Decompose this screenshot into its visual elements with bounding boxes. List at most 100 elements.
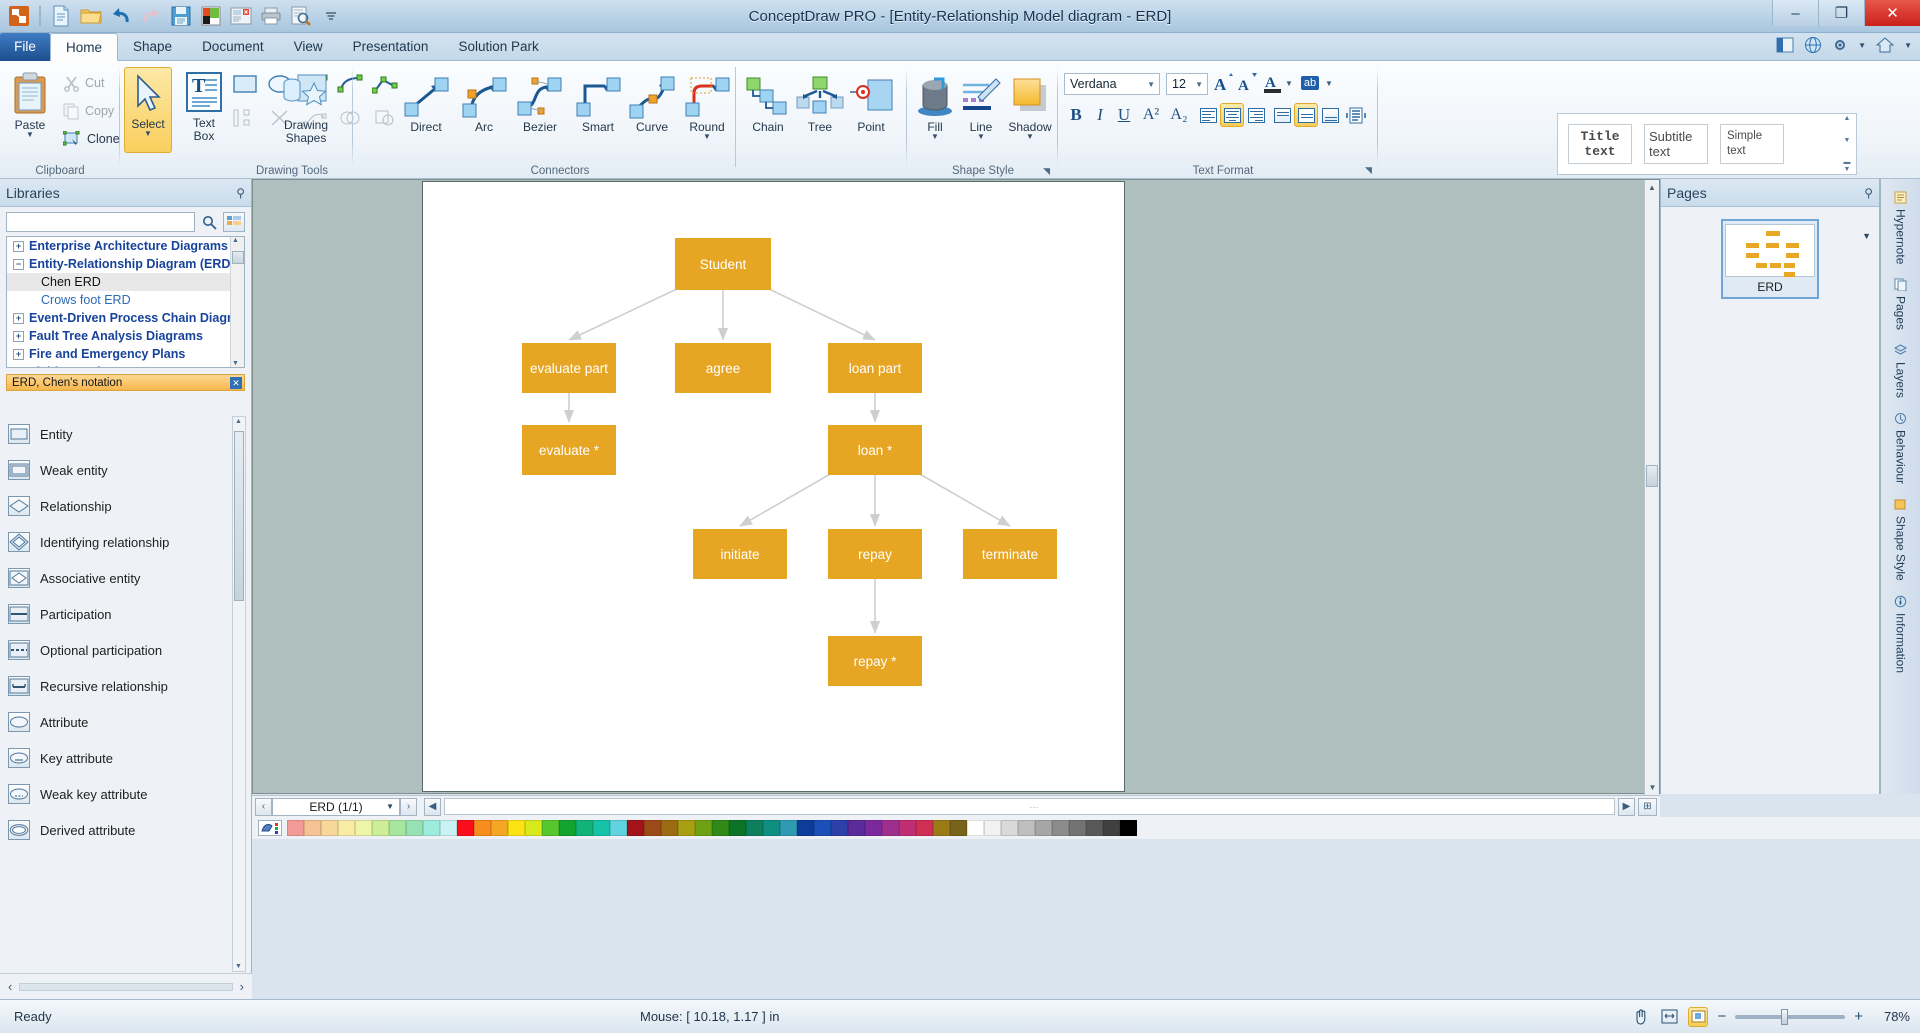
color-swatch[interactable] [304,820,321,836]
tab-presentation[interactable]: Presentation [338,33,444,61]
valign-top-button[interactable] [1270,103,1294,127]
undo-icon[interactable] [108,2,134,29]
color-swatch[interactable] [780,820,797,836]
color-swatch[interactable] [984,820,1001,836]
zoom-out-button[interactable]: − [1717,1008,1726,1025]
erd-node[interactable]: evaluate part [522,343,616,393]
color-swatch[interactable] [661,820,678,836]
list-item[interactable]: Optional participation [0,632,252,668]
tree-node-enterprise-architecture[interactable]: + Enterprise Architecture Diagrams [7,237,244,255]
tree-node-chen-erd[interactable]: Chen ERD [7,273,244,291]
color-swatch[interactable] [338,820,355,836]
expand-icon[interactable]: + [13,366,24,367]
font-color-button[interactable]: A [1261,71,1285,95]
subscript-button[interactable]: A₂ [1166,103,1192,127]
color-swatch[interactable] [1035,820,1052,836]
color-swatch[interactable] [593,820,610,836]
color-palette-icon[interactable] [198,2,224,29]
color-swatch[interactable] [474,820,491,836]
libraries-hscrollbar[interactable] [19,982,233,991]
active-library-header[interactable]: ERD, Chen's notation ✕ [6,374,245,391]
paste-button[interactable]: Paste ▼ [6,67,54,139]
color-swatch[interactable] [933,820,950,836]
list-item[interactable]: Entity [0,416,252,452]
chevron-down-icon[interactable]: ▼ [1858,41,1866,50]
libraries-next-arrow[interactable]: › [240,979,244,994]
chevron-down-icon[interactable]: ▼ [386,802,394,811]
color-swatch[interactable] [389,820,406,836]
shadow-dropdown-caret[interactable]: ▼ [1026,133,1034,141]
search-icon[interactable] [199,212,219,232]
list-item[interactable]: Weak entity [0,452,252,488]
list-item[interactable]: Derived attribute [0,812,252,848]
fill-button[interactable]: Fill ▼ [912,71,958,141]
color-swatch[interactable] [763,820,780,836]
libraries-tree[interactable]: + Enterprise Architecture Diagrams − Ent… [6,236,245,368]
curve-connector-button[interactable]: Curve [625,71,679,134]
print-preview-icon[interactable] [288,2,314,29]
font-family-combo[interactable]: Verdana ▼ [1064,73,1160,95]
tab-home[interactable]: Home [50,33,119,61]
canvas-horizontal-scrollbar[interactable]: ⋯ [444,798,1615,815]
color-swatch[interactable] [882,820,899,836]
palette-options-icon[interactable] [258,820,282,836]
tree-node-fire-emergency[interactable]: + Fire and Emergency Plans [7,345,244,363]
style-simple-text[interactable]: Simple text [1720,124,1784,164]
color-swatch[interactable] [865,820,882,836]
app-logo-icon[interactable] [6,2,32,29]
list-item[interactable]: Weak key attribute [0,776,252,812]
text-direction-button[interactable] [1344,103,1368,127]
arc-connector-button[interactable]: Arc [457,71,511,134]
valign-bottom-button[interactable] [1318,103,1342,127]
erd-edge[interactable] [766,287,876,341]
hscroll-left-arrow[interactable]: ◀ [424,797,441,816]
color-swatch[interactable] [916,820,933,836]
align-left-button[interactable] [1196,103,1220,127]
color-swatch[interactable] [406,820,423,836]
shapelist-scroll-down[interactable]: ▼ [235,963,242,970]
canvas-vertical-scrollbar[interactable]: ▲ ▼ [1644,180,1659,795]
list-item[interactable]: Key attribute [0,740,252,776]
style-subtitle-text[interactable]: Subtitle text [1644,124,1708,164]
align-right-button[interactable] [1244,103,1268,127]
save-icon[interactable] [168,2,194,29]
grow-font-button[interactable]: A [1213,71,1237,95]
tree-scroll-up[interactable]: ▲ [232,237,239,244]
fit-page-button[interactable]: ⊞ [1638,797,1657,816]
new-document-icon[interactable] [48,2,74,29]
home-icon[interactable] [1876,37,1895,53]
shapelist-scroll-thumb[interactable] [234,431,244,601]
window-layout-icon[interactable] [1776,37,1794,53]
list-item[interactable]: Participation [0,596,252,632]
tab-view[interactable]: View [279,33,338,61]
zoom-in-button[interactable]: + [1854,1008,1863,1025]
tab-shape-style[interactable]: Shape Style [1891,492,1911,587]
customize-qat-icon[interactable] [318,2,344,29]
color-swatch[interactable] [712,820,729,836]
expand-icon[interactable]: + [13,312,24,324]
superscript-button[interactable]: A² [1138,103,1164,127]
color-swatch[interactable] [967,820,984,836]
paste-dropdown-caret[interactable]: ▼ [26,131,34,139]
chevron-down-icon[interactable]: ▼ [1195,80,1203,89]
color-swatch[interactable] [627,820,644,836]
direct-connector-button[interactable]: Direct [397,71,455,134]
color-swatch[interactable] [508,820,525,836]
select-tool-button[interactable]: Select ▼ [124,67,172,153]
list-item[interactable]: Recursive relationship [0,668,252,704]
shape-style-dialog-launcher[interactable]: ◥ [1043,166,1050,177]
palette-swatches[interactable] [287,820,1137,836]
round-dropdown-caret[interactable]: ▼ [703,133,711,141]
color-swatch[interactable] [814,820,831,836]
color-swatch[interactable] [678,820,695,836]
expand-icon[interactable]: + [13,330,24,342]
list-item[interactable]: Associative entity [0,560,252,596]
tree-node-fault-tree[interactable]: + Fault Tree Analysis Diagrams [7,327,244,345]
text-styles-gallery[interactable]: Title text Subtitle text Simple text ▲ ▼… [1557,113,1857,175]
expand-icon[interactable]: + [13,240,24,252]
libraries-prev-arrow[interactable]: ‹ [8,979,12,994]
chain-connector-button[interactable]: Chain [741,71,795,134]
color-swatch[interactable] [1052,820,1069,836]
highlight-button[interactable]: ab [1297,71,1323,95]
color-swatch[interactable] [848,820,865,836]
